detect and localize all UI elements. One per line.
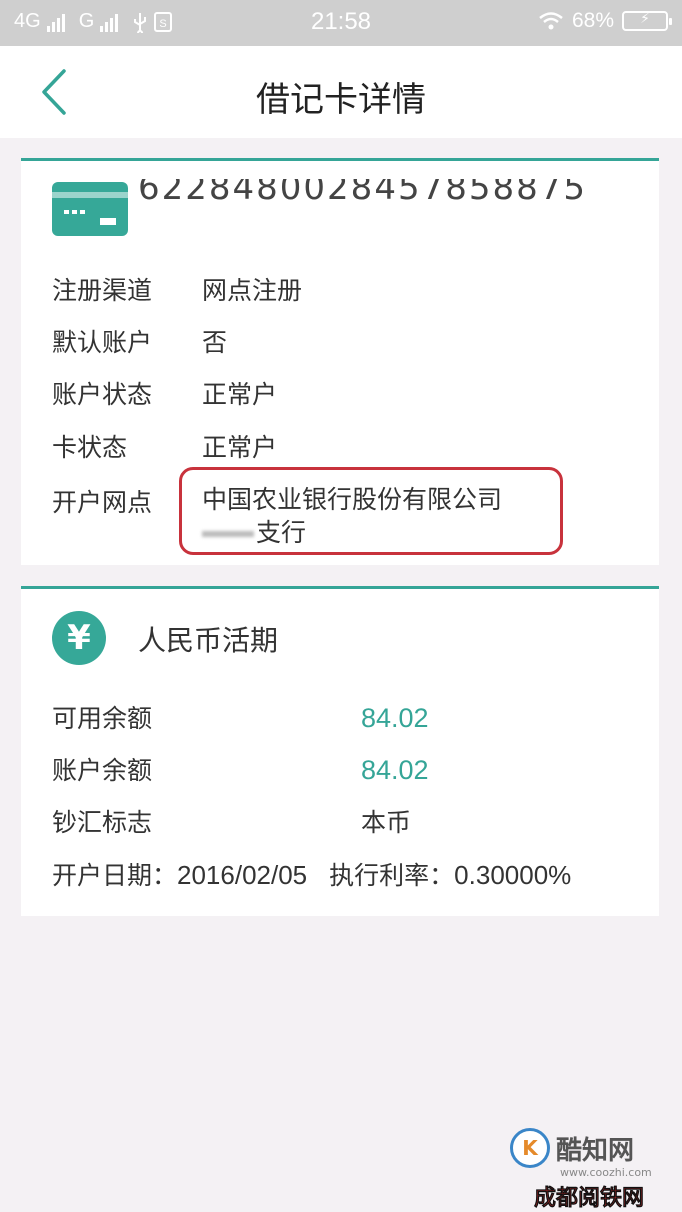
watermark-brand2: 成都阅铁网 bbox=[534, 1185, 645, 1212]
nav-bar: 借记卡详情 bbox=[0, 46, 682, 138]
account-section: ¥ 人民币活期 可用余额 84.02 账户余额 84.02 钞汇标志 本币 开户日期：… bbox=[21, 586, 659, 916]
redacted-mark bbox=[202, 531, 254, 537]
page-title: 借记卡详情 bbox=[256, 80, 426, 120]
battery-percent: 68% bbox=[571, 9, 614, 32]
account-type: 人民币活期 bbox=[138, 624, 279, 657]
row-value: 否 bbox=[202, 328, 228, 357]
interest-rate: 0.30000% bbox=[454, 860, 572, 890]
currency-flag: 本币 bbox=[361, 808, 412, 837]
watermark-coozhi: K 酷知网 bbox=[510, 1128, 634, 1168]
info-row: 钞汇标志 本币 bbox=[52, 803, 411, 839]
info-row: 开户日期：2016/02/05 执行利率：0.30000% bbox=[52, 856, 571, 892]
credit-card-icon bbox=[52, 182, 128, 240]
info-row: 卡状态 正常户 bbox=[52, 428, 277, 464]
branch-line2: 支行 bbox=[256, 518, 307, 547]
watermark-url: www.coozhi.com bbox=[560, 1166, 652, 1179]
row-label: 默认账户 bbox=[52, 328, 153, 357]
info-row: 注册渠道 网点注册 bbox=[52, 271, 302, 307]
rate-label: 执行利率： bbox=[329, 861, 455, 890]
row-label: 注册渠道 bbox=[52, 276, 153, 305]
info-row: 账户余额 84.02 bbox=[52, 751, 429, 787]
row-label: 可用余额 bbox=[52, 704, 153, 733]
yuan-icon: ¥ bbox=[52, 611, 106, 665]
info-row: 可用余额 84.02 bbox=[52, 699, 429, 735]
debit-card-section: 6228480028457858875 注册渠道 网点注册 默认账户否 账户状态正… bbox=[21, 158, 659, 565]
branch-line1: 中国农业银行股份有限公司 bbox=[202, 485, 503, 514]
battery-icon: ⚡ bbox=[622, 10, 672, 31]
row-value: 正常户 bbox=[202, 380, 278, 409]
account-balance: 84.02 bbox=[361, 755, 429, 785]
info-row: 默认账户 否 bbox=[52, 323, 227, 359]
row-value: 正常户 bbox=[202, 433, 278, 462]
info-row: 账户状态 正常户 bbox=[52, 375, 277, 411]
status-right: 68% ⚡ bbox=[538, 9, 672, 33]
row-value: 网点注册 bbox=[202, 276, 303, 305]
branch-name: 中国农业银行股份有限公司 支行 bbox=[202, 483, 502, 549]
wifi-icon bbox=[539, 12, 563, 30]
coozhi-logo-icon: K bbox=[510, 1128, 550, 1168]
row-label: 卡状态 bbox=[52, 433, 128, 462]
row-label: 账户状态 bbox=[52, 380, 153, 409]
branch-line2-wrap: 支行 bbox=[202, 516, 502, 549]
row-label: 账户余额 bbox=[52, 756, 153, 785]
open-date: 2016/02/05 bbox=[177, 860, 308, 890]
watermark-brand1: 酷知网 bbox=[556, 1135, 635, 1166]
row-label: 钞汇标志 bbox=[52, 808, 153, 837]
available-balance: 84.02 bbox=[361, 703, 429, 733]
open-date-label: 开户日期： bbox=[52, 861, 178, 890]
status-bar: 4G G S 21:58 68% ⚡ bbox=[0, 0, 682, 46]
card-number: 6228480028457858875 bbox=[138, 179, 588, 207]
